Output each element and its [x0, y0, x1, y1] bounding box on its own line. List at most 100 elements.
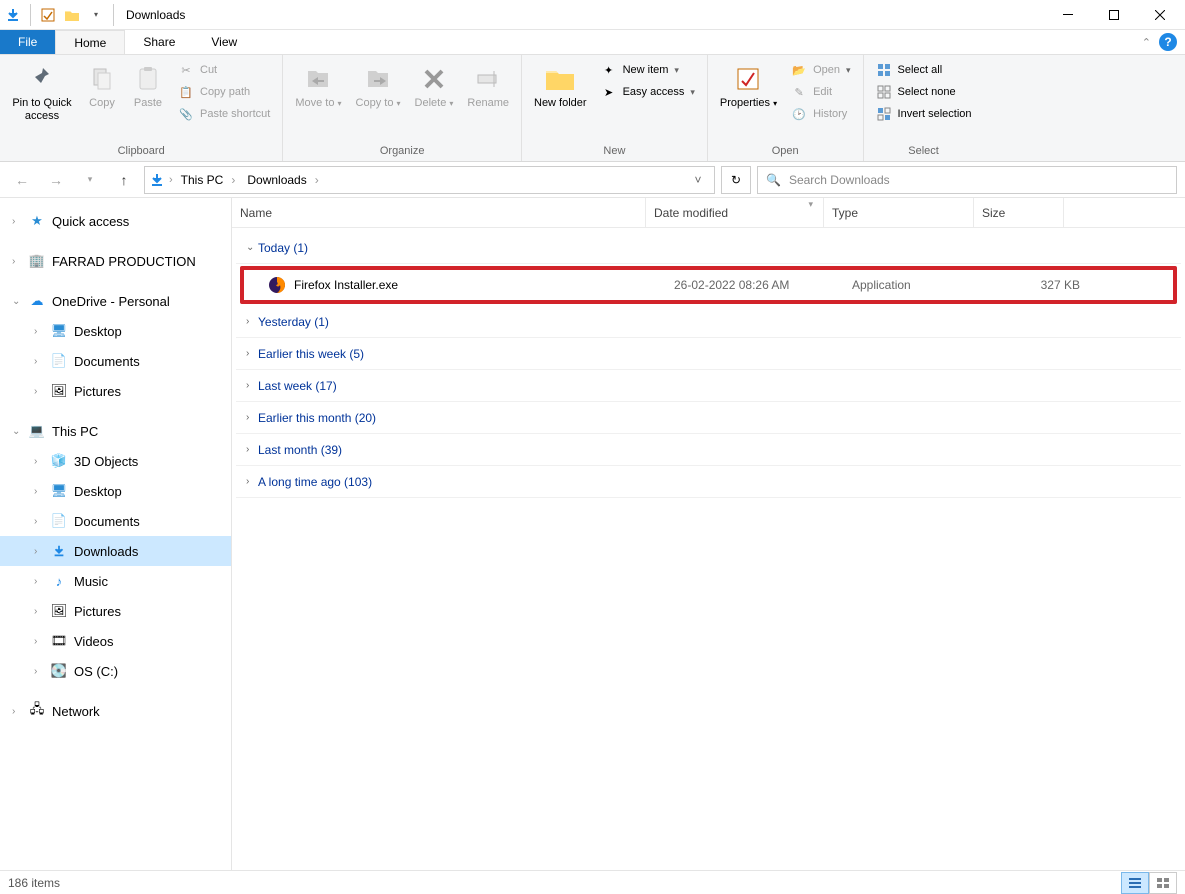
copy-to-button[interactable]: Copy to ▾	[350, 59, 407, 114]
breadcrumb-downloads[interactable]: Downloads	[243, 173, 322, 187]
up-button[interactable]: ↑	[110, 166, 138, 194]
cut-button[interactable]: ✂Cut	[172, 59, 276, 81]
new-folder-button[interactable]: New folder	[528, 59, 593, 114]
group-select-label: Select	[870, 143, 978, 159]
nav-onedrive[interactable]: ⌄☁OneDrive - Personal	[0, 286, 231, 316]
details-view-button[interactable]	[1121, 872, 1149, 894]
nav-pc-os-c[interactable]: ›💽OS (C:)	[0, 656, 231, 686]
large-icons-view-button[interactable]	[1149, 872, 1177, 894]
paste-button[interactable]: Paste	[126, 59, 170, 114]
minimize-button[interactable]	[1045, 0, 1091, 30]
back-button[interactable]: ←	[8, 166, 36, 194]
group-yesterday[interactable]: ›Yesterday (1)	[236, 306, 1181, 338]
forward-button[interactable]: →	[42, 166, 70, 194]
file-row-firefox-installer[interactable]: Firefox Installer.exe 26-02-2022 08:26 A…	[244, 270, 1173, 300]
group-long-time-ago[interactable]: ›A long time ago (103)	[236, 466, 1181, 498]
select-all-button[interactable]: Select all	[870, 59, 978, 81]
highlighted-file-row: Firefox Installer.exe 26-02-2022 08:26 A…	[240, 266, 1177, 304]
search-box[interactable]: 🔍 Search Downloads	[757, 166, 1177, 194]
recent-locations-button[interactable]: ▾	[76, 166, 104, 194]
copy-path-button[interactable]: 📋Copy path	[172, 81, 276, 103]
ribbon: Pin to Quick access Copy Paste ✂Cut 📋Cop…	[0, 54, 1185, 162]
tab-share[interactable]: Share	[125, 30, 193, 54]
easy-access-icon: ➤	[601, 84, 617, 100]
invert-selection-icon	[876, 106, 892, 122]
nav-quick-access[interactable]: ›★Quick access	[0, 206, 231, 236]
maximize-button[interactable]	[1091, 0, 1137, 30]
column-size[interactable]: Size	[974, 198, 1064, 227]
properties-button[interactable]: Properties ▾	[714, 59, 783, 114]
nav-pc-downloads[interactable]: ›Downloads	[0, 536, 231, 566]
tab-home[interactable]: Home	[55, 30, 125, 54]
nav-pc-music[interactable]: ›♪Music	[0, 566, 231, 596]
new-item-button[interactable]: ✦New item	[595, 59, 701, 81]
firefox-icon	[268, 276, 286, 294]
nav-3d-objects[interactable]: ›🧊3D Objects	[0, 446, 231, 476]
nav-pc-videos[interactable]: ›🎞Videos	[0, 626, 231, 656]
rename-button[interactable]: Rename	[461, 59, 515, 114]
downloads-icon	[50, 542, 68, 560]
group-this-month[interactable]: ›Earlier this month (20)	[236, 402, 1181, 434]
close-button[interactable]	[1137, 0, 1183, 30]
delete-icon	[418, 63, 450, 95]
qat-dropdown-icon[interactable]: ▾	[85, 4, 107, 26]
pin-icon	[26, 63, 58, 95]
group-last-week[interactable]: ›Last week (17)	[236, 370, 1181, 402]
downloads-path-icon	[149, 172, 165, 188]
nav-od-documents[interactable]: ›📄Documents	[0, 346, 231, 376]
qat-properties-icon[interactable]	[37, 4, 59, 26]
qat-folder-icon[interactable]	[61, 4, 83, 26]
group-this-week[interactable]: ›Earlier this week (5)	[236, 338, 1181, 370]
address-bar[interactable]: › This PC Downloads ˅	[144, 166, 715, 194]
pictures-icon: 🖼	[50, 382, 68, 400]
nav-pc-documents[interactable]: ›📄Documents	[0, 506, 231, 536]
move-to-button[interactable]: Move to ▾	[289, 59, 347, 114]
nav-od-desktop[interactable]: ›🖥Desktop	[0, 316, 231, 346]
nav-pc-pictures[interactable]: ›🖼Pictures	[0, 596, 231, 626]
column-headers: Name Date modified Type Size	[232, 198, 1185, 228]
move-to-icon	[302, 63, 334, 95]
select-all-icon	[876, 62, 892, 78]
drive-icon: 💽	[50, 662, 68, 680]
nav-this-pc[interactable]: ⌄💻This PC	[0, 416, 231, 446]
group-today[interactable]: ⌄Today (1)	[236, 232, 1181, 264]
group-organize-label: Organize	[289, 143, 515, 159]
easy-access-button[interactable]: ➤Easy access	[595, 81, 701, 103]
search-placeholder: Search Downloads	[789, 173, 890, 187]
edit-icon: ✎	[791, 84, 807, 100]
group-last-month[interactable]: ›Last month (39)	[236, 434, 1181, 466]
nav-od-pictures[interactable]: ›🖼Pictures	[0, 376, 231, 406]
new-item-icon: ✦	[601, 62, 617, 78]
history-button[interactable]: 🕑History	[785, 103, 856, 125]
column-type[interactable]: Type	[824, 198, 974, 227]
new-folder-icon	[544, 63, 576, 95]
paste-shortcut-button[interactable]: 📎Paste shortcut	[172, 103, 276, 125]
collapse-ribbon-icon[interactable]: ⌃	[1142, 36, 1151, 49]
nav-farrad[interactable]: ›🏢FARRAD PRODUCTION	[0, 246, 231, 276]
ribbon-tabs: File Home Share View ⌃ ?	[0, 30, 1185, 54]
invert-selection-button[interactable]: Invert selection	[870, 103, 978, 125]
pin-to-quick-access-button[interactable]: Pin to Quick access	[6, 59, 78, 127]
music-icon: ♪	[50, 572, 68, 590]
tab-view[interactable]: View	[193, 30, 255, 54]
delete-button[interactable]: Delete ▾	[409, 59, 460, 114]
address-dropdown-icon[interactable]: ˅	[686, 167, 710, 193]
copy-button[interactable]: Copy	[80, 59, 124, 114]
title-bar: ▾ Downloads	[0, 0, 1185, 30]
copy-path-icon: 📋	[178, 84, 194, 100]
tab-file[interactable]: File	[0, 30, 55, 54]
select-none-button[interactable]: Select none	[870, 81, 978, 103]
open-button[interactable]: 📂Open	[785, 59, 856, 81]
help-icon[interactable]: ?	[1159, 33, 1177, 51]
column-name[interactable]: Name	[232, 198, 646, 227]
star-icon: ★	[28, 212, 46, 230]
copy-to-icon	[362, 63, 394, 95]
file-size: 327 KB	[1002, 278, 1092, 292]
nav-network[interactable]: ›🖧Network	[0, 696, 231, 726]
edit-button[interactable]: ✎Edit	[785, 81, 856, 103]
breadcrumb-this-pc[interactable]: This PC	[177, 173, 240, 187]
refresh-button[interactable]: ↻	[721, 166, 751, 194]
column-date-modified[interactable]: Date modified	[646, 198, 824, 227]
nav-pc-desktop[interactable]: ›🖥Desktop	[0, 476, 231, 506]
downloads-arrow-icon[interactable]	[2, 4, 24, 26]
